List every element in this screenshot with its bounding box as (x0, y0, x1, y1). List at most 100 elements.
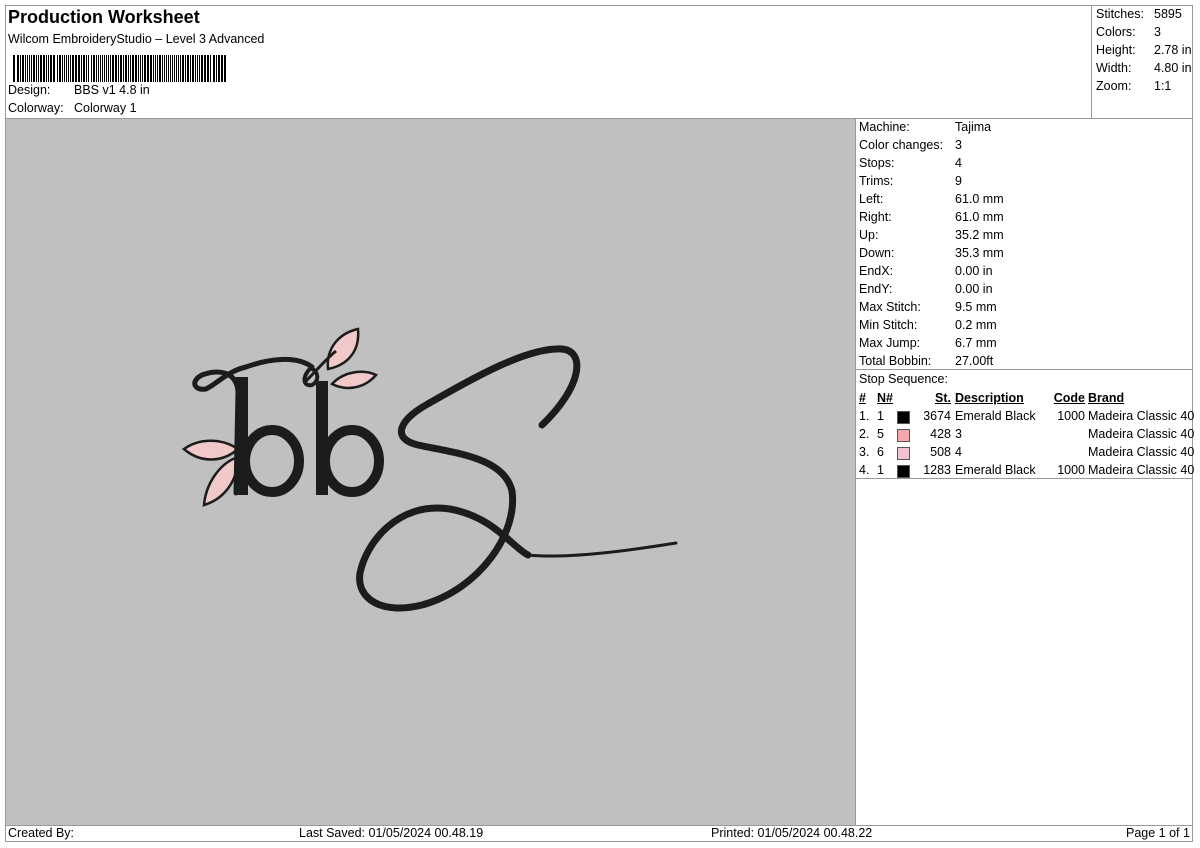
barcode-bar (81, 55, 82, 82)
stop-cell-code (1048, 425, 1088, 443)
barcode-bar (166, 55, 167, 82)
barcode-bar (125, 55, 127, 82)
col-num: # (859, 391, 866, 405)
stop-cell-n: 5 (877, 427, 884, 441)
printed-date: Printed: 01/05/2024 00.48.22 (711, 826, 873, 840)
thread-color-swatch (897, 428, 910, 442)
width-label: Width: (1096, 61, 1132, 75)
barcode-bar (98, 55, 99, 82)
barcode-bar (172, 55, 173, 82)
width-row: Width: 4.80 in (1096, 61, 1192, 75)
spec-label: Left: (859, 192, 884, 206)
letter-b1-bowl (240, 425, 304, 497)
footer: Created By: Last Saved: 01/05/2024 00.48… (5, 825, 1193, 842)
spec-value: 6.7 mm (955, 336, 997, 350)
stop-cell-description: 4 (955, 445, 962, 459)
barcode-bar (132, 55, 134, 82)
barcode-bar (168, 55, 169, 82)
barcode-bar (130, 55, 131, 82)
spec-label: Trims: (859, 174, 894, 188)
design-value: BBS v1 4.8 in (74, 83, 150, 97)
barcode-bar (57, 55, 58, 82)
barcode-bar (224, 55, 226, 82)
stop-cell-n: 1 (877, 409, 884, 423)
stop-row: 3. 6 508 4 Madeira Classic 40 (857, 443, 1194, 461)
barcode-bar (93, 55, 95, 82)
stop-cell-description: Emerald Black (955, 463, 1036, 477)
spec-label: Stops: (859, 156, 895, 170)
barcode-bar (115, 55, 117, 82)
spec-row: Color changes: 3 (859, 138, 962, 156)
spec-value: 0.00 in (955, 264, 993, 278)
leaf-left-upper (181, 439, 241, 461)
barcode-bar (192, 55, 194, 82)
height-value: 2.78 in (1154, 43, 1192, 57)
barcode-bar (66, 55, 67, 82)
barcode-bar (197, 55, 198, 82)
barcode-bar (27, 55, 28, 82)
stop-sequence-title: Stop Sequence: (859, 372, 948, 386)
barcode-bar (88, 55, 89, 82)
stop-sequence-header-row: # N# St. Description Code Brand (857, 389, 1194, 407)
spec-value: 61.0 mm (955, 192, 1004, 206)
stop-cell-code (1048, 443, 1088, 461)
barcode-bar (185, 55, 186, 82)
barcode-bar (29, 55, 30, 82)
col-n: N# (877, 391, 893, 405)
stop-cell-num: 4. (859, 463, 870, 477)
barcode-bar (199, 55, 200, 82)
spec-value: 0.00 in (955, 282, 993, 296)
barcode-bar (25, 55, 26, 82)
barcode-bar (144, 55, 146, 82)
barcode-bar (147, 55, 149, 82)
spec-value: Tajima (955, 120, 992, 134)
software-subtitle: Wilcom EmbroideryStudio – Level 3 Advanc… (8, 32, 265, 46)
spec-label: Total Bobbin: (859, 354, 932, 368)
zoom-label: Zoom: (1096, 79, 1132, 93)
barcode-bar (128, 55, 129, 82)
colorway-row: Colorway: Colorway 1 (8, 101, 137, 115)
spec-row: Down: 35.3 mm (859, 246, 1004, 264)
barcode-bar (43, 55, 45, 82)
barcode-bar (157, 55, 158, 82)
created-by: Created By: (8, 826, 75, 840)
barcode-bar (182, 55, 184, 82)
barcode-bar (91, 55, 92, 82)
stop-cell-brand: Madeira Classic 40 (1088, 463, 1195, 477)
barcode-bar (70, 55, 71, 82)
stop-row: 1. 1 3674 Emerald Black 1000 Madeira Classic … (857, 407, 1194, 425)
barcode-bar (96, 55, 97, 82)
spec-row: Max Stitch: 9.5 mm (859, 300, 997, 318)
barcode-bar (36, 55, 37, 82)
width-value: 4.80 in (1154, 61, 1192, 75)
barcode-bar (106, 55, 107, 82)
spec-label: Right: (859, 210, 892, 224)
barcode-bar (100, 55, 101, 82)
thread-color-swatch (897, 446, 910, 460)
spec-value: 4 (955, 156, 962, 170)
stop-cell-description: Emerald Black (955, 409, 1036, 423)
barcode-bar (216, 55, 217, 82)
barcode-bar (164, 55, 165, 82)
barcode-bar (218, 55, 220, 82)
pink-leaves (181, 327, 378, 507)
barcode-bar (187, 55, 189, 82)
barcode-bar (20, 55, 21, 82)
colors-row: Colors: 3 (1096, 25, 1161, 39)
letter-b2-bowl (320, 425, 384, 497)
letter-s-upper (397, 345, 581, 495)
barcode-bar (17, 55, 19, 82)
barcode-bar (33, 55, 35, 82)
barcode-bar (53, 55, 55, 82)
letter-s-tail (526, 541, 678, 558)
spec-row: Total Bobbin: 27.00ft (859, 354, 993, 372)
spec-label: Up: (859, 228, 879, 242)
spec-value: 9 (955, 174, 962, 188)
stop-cell-st: 3674 (897, 407, 955, 425)
last-saved: Last Saved: 01/05/2024 00.48.19 (299, 826, 484, 840)
spec-label: Max Jump: (859, 336, 921, 350)
spec-row: Max Jump: 6.7 mm (859, 336, 997, 354)
barcode-bar (142, 55, 143, 82)
spec-label: Min Stitch: (859, 318, 918, 332)
spec-row: Machine: Tajima (859, 120, 991, 138)
